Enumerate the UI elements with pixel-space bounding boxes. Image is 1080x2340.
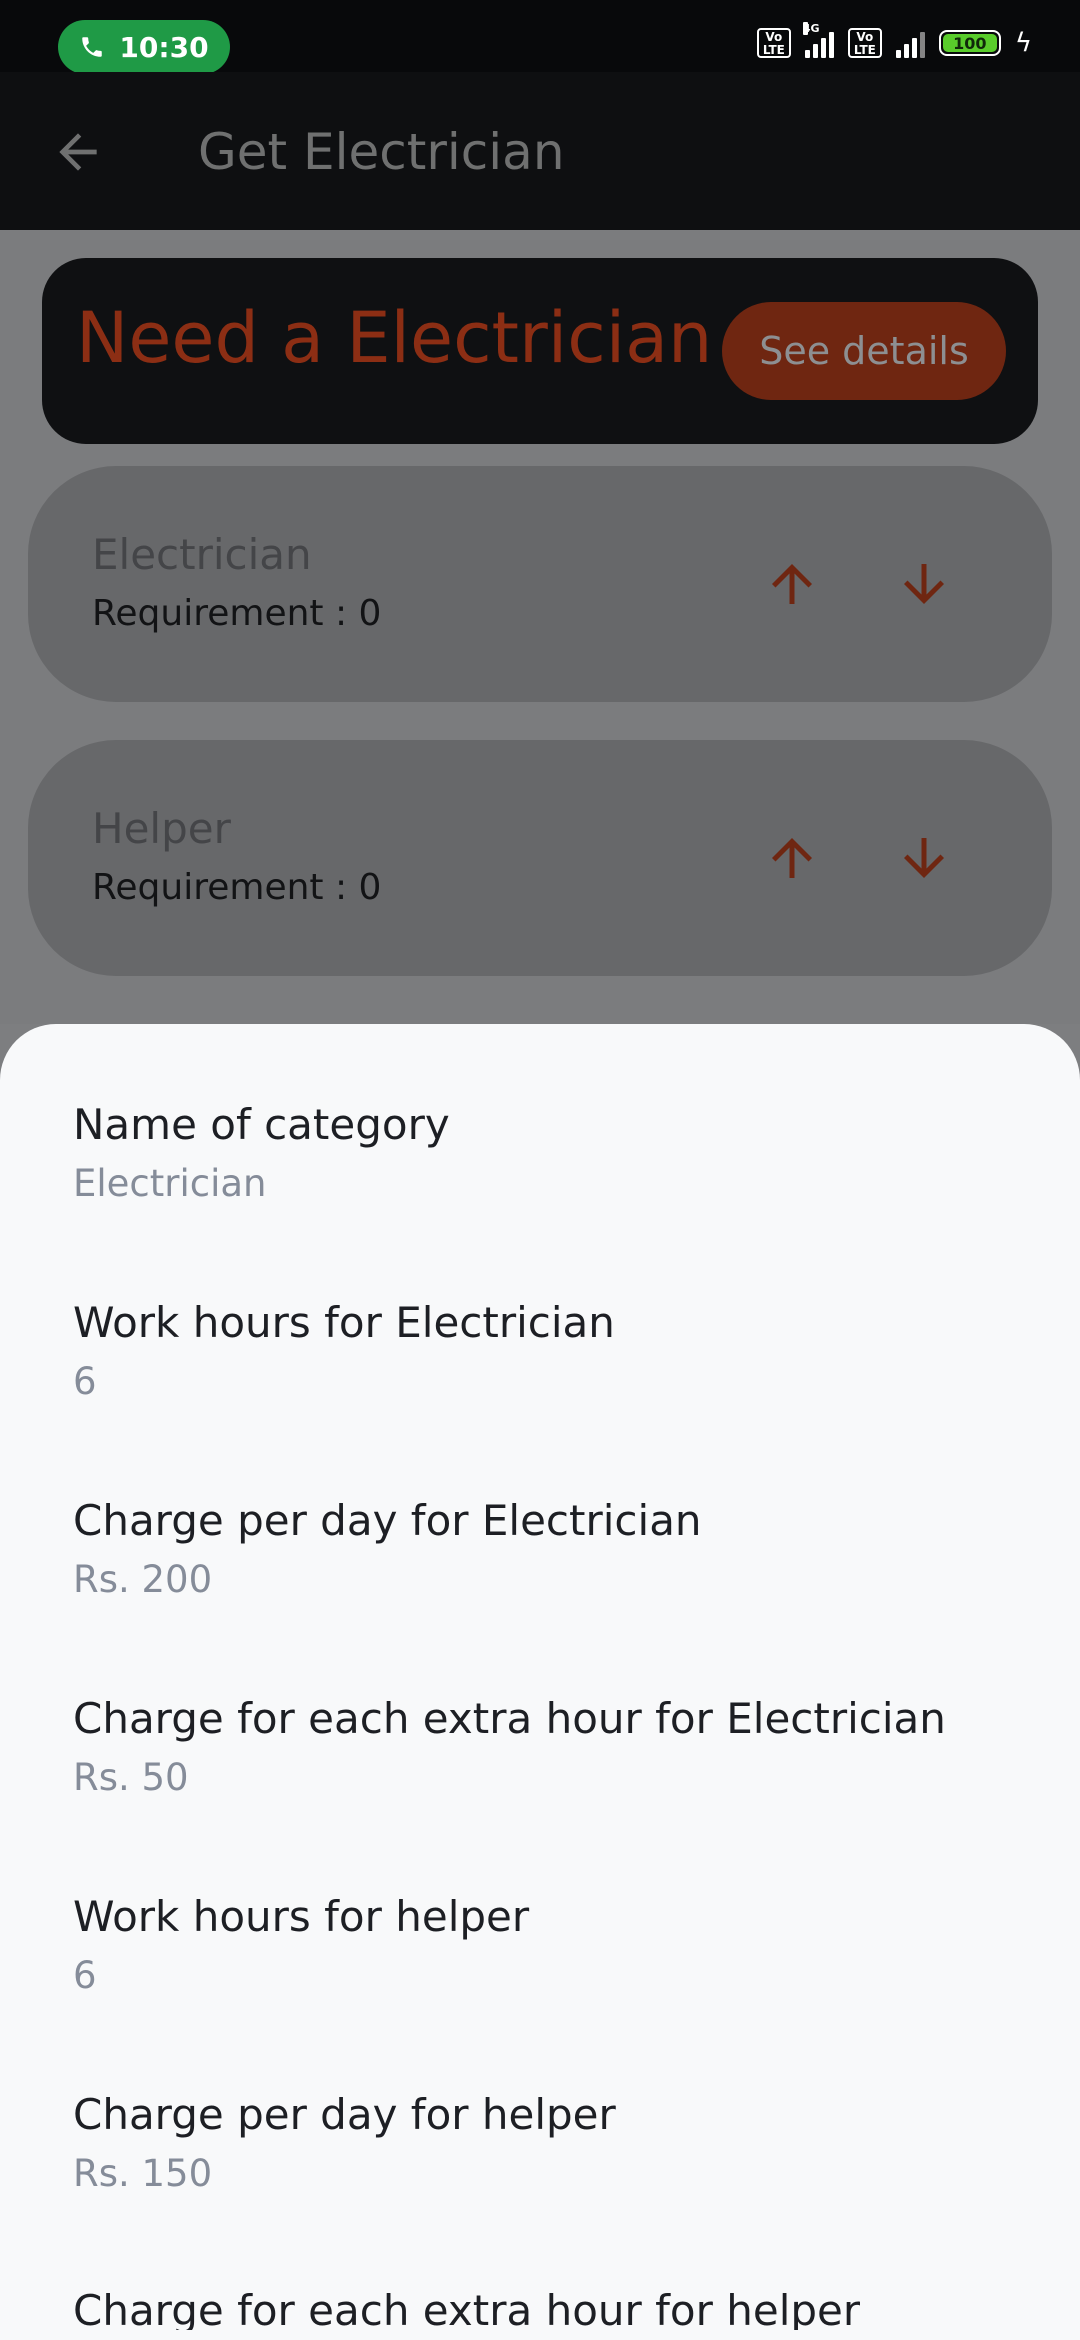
- arrow-left-icon[interactable]: [50, 124, 106, 180]
- detail-label: Charge per day for helper: [73, 2090, 616, 2139]
- battery-icon: 100: [938, 30, 1001, 56]
- network-type-label: 4G: [802, 22, 820, 35]
- card-title: Helper: [92, 804, 231, 853]
- banner-title: Need a Electrician ?: [76, 297, 772, 379]
- arrow-up-icon[interactable]: [762, 554, 822, 614]
- detail-value: Rs. 50: [73, 1756, 189, 1799]
- detail-label-partial: Charge for each extra hour for helper: [73, 2286, 861, 2330]
- detail-label: Name of category: [73, 1100, 450, 1149]
- detail-label: Work hours for helper: [73, 1892, 530, 1941]
- status-icons: Vo LTE 4G Vo LTE 100 ϟ: [756, 22, 1032, 58]
- detail-value: Rs. 200: [73, 1558, 213, 1601]
- status-bar: 10:30 Vo LTE 4G Vo LTE 100 ϟ: [0, 0, 1080, 74]
- ongoing-call-pill[interactable]: 10:30: [58, 20, 230, 74]
- detail-value: Rs. 150: [73, 2152, 213, 2195]
- signal-strength-icon-2: [895, 28, 925, 58]
- arrow-down-icon[interactable]: [894, 828, 954, 888]
- detail-label: Work hours for Electrician: [73, 1298, 615, 1347]
- detail-label: Charge for each extra hour for Electrici…: [73, 1694, 946, 1743]
- card-requirement: Requirement : 0: [92, 867, 382, 908]
- main-content: Need a Electrician ? See details Electri…: [0, 230, 1080, 1024]
- banner: Need a Electrician ? See details: [42, 258, 1038, 444]
- arrow-down-icon[interactable]: [894, 554, 954, 614]
- status-time: 10:30: [119, 30, 209, 64]
- details-bottom-sheet[interactable]: Name of category Electrician Work hours …: [0, 1024, 1080, 2340]
- volte-icon: Vo LTE: [756, 28, 791, 58]
- detail-item: Work hours for helper 6: [73, 1892, 529, 1998]
- detail-item: Work hours for Electrician 6: [73, 1298, 615, 1404]
- detail-value: 6: [73, 1360, 97, 1403]
- page-title: Get Electrician: [198, 123, 565, 181]
- detail-item: Name of category Electrician: [73, 1100, 450, 1206]
- bolt-icon: ϟ: [1014, 28, 1032, 58]
- electrician-card: Electrician Requirement : 0: [28, 466, 1052, 702]
- arrow-up-icon[interactable]: [762, 828, 822, 888]
- phone-icon: [82, 37, 103, 57]
- see-details-button[interactable]: See details: [722, 302, 1006, 400]
- signal-strength-icon: 4G: [802, 22, 834, 58]
- helper-card: Helper Requirement : 0: [28, 740, 1052, 976]
- detail-label: Charge per day for Electrician: [73, 1496, 702, 1545]
- battery-level: 100: [942, 34, 997, 53]
- card-requirement: Requirement : 0: [92, 593, 382, 634]
- detail-item: Charge per day for helper Rs. 150: [73, 2090, 616, 2196]
- detail-value: 6: [73, 1954, 97, 1997]
- card-title: Electrician: [92, 530, 312, 579]
- detail-item: Charge for each extra hour for Electrici…: [73, 1694, 946, 1800]
- detail-item: Charge per day for Electrician Rs. 200: [73, 1496, 702, 1602]
- app-bar: Get Electrician: [0, 72, 1080, 230]
- volte-icon-2: Vo LTE: [847, 28, 882, 58]
- detail-value: Electrician: [73, 1162, 267, 1205]
